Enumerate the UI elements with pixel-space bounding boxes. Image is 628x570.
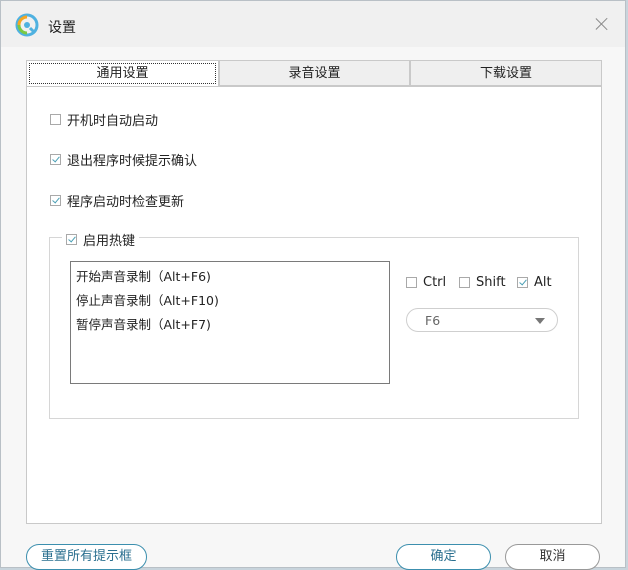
hotkey-list[interactable]: 开始声音录制（Alt+F6) 停止声音录制（Alt+F10) 暂停声音录制（Al…: [70, 261, 390, 384]
tab-recording-label: 录音设置: [288, 66, 341, 81]
dropdown-arrow-icon: [535, 318, 545, 324]
settings-dialog: 设置 通用设置 录音设置 下载设置 开机时自动启动 退出程序时候提示确认 程序启…: [0, 0, 626, 570]
cancel-button[interactable]: 取消: [505, 544, 600, 570]
tab-download-label: 下载设置: [479, 66, 532, 81]
window-title: 设置: [48, 20, 76, 36]
ctrl-checkbox-box[interactable]: [406, 277, 417, 288]
exit-confirm-checkbox-box[interactable]: [50, 154, 61, 165]
alt-checkbox-box[interactable]: [517, 277, 528, 288]
enable-hotkey-checkbox-box[interactable]: [66, 234, 77, 245]
hotkey-key-value: F6: [425, 313, 441, 328]
exit-confirm-checkbox[interactable]: 退出程序时候提示确认: [50, 150, 197, 169]
tab-bar: 通用设置 录音设置 下载设置: [26, 60, 602, 87]
reset-prompts-button[interactable]: 重置所有提示框: [26, 544, 147, 570]
autostart-checkbox-box[interactable]: [50, 114, 61, 125]
hotkey-key-dropdown[interactable]: F6: [406, 308, 558, 332]
close-icon[interactable]: [593, 15, 611, 33]
check-update-checkbox[interactable]: 程序启动时检查更新: [50, 191, 184, 210]
ctrl-checkbox[interactable]: Ctrl: [406, 275, 446, 290]
hotkey-item-stop[interactable]: 停止声音录制（Alt+F10): [76, 290, 219, 309]
shift-label: Shift: [476, 275, 506, 290]
hotkey-item-start[interactable]: 开始声音录制（Alt+F6): [76, 266, 211, 285]
ok-button[interactable]: 确定: [396, 544, 491, 570]
autostart-checkbox[interactable]: 开机时自动启动: [50, 110, 158, 129]
general-settings-panel: 开机时自动启动 退出程序时候提示确认 程序启动时检查更新 启用热键 开始声音录制…: [26, 86, 602, 524]
alt-label: Alt: [534, 275, 552, 290]
autostart-label: 开机时自动启动: [67, 114, 159, 129]
shift-checkbox-box[interactable]: [459, 277, 470, 288]
ctrl-label: Ctrl: [423, 275, 447, 290]
title-bar: 设置: [1, 1, 625, 47]
tab-focus-outline: [29, 63, 216, 84]
tab-download[interactable]: 下载设置: [410, 60, 602, 86]
check-update-checkbox-box[interactable]: [50, 195, 61, 206]
exit-confirm-label: 退出程序时候提示确认: [67, 154, 198, 169]
hotkey-group: 启用热键 开始声音录制（Alt+F6) 停止声音录制（Alt+F10) 暂停声音…: [49, 230, 579, 419]
tab-recording[interactable]: 录音设置: [219, 60, 410, 86]
enable-hotkey-checkbox[interactable]: 启用热键: [62, 230, 140, 249]
app-logo-icon: [15, 13, 39, 37]
alt-checkbox[interactable]: Alt: [517, 275, 552, 290]
hotkey-item-pause[interactable]: 暂停声音录制（Alt+F7): [76, 314, 211, 333]
tab-general[interactable]: 通用设置: [26, 60, 219, 87]
shift-checkbox[interactable]: Shift: [459, 275, 506, 290]
enable-hotkey-label: 启用热键: [83, 234, 136, 249]
check-update-label: 程序启动时检查更新: [67, 195, 185, 210]
